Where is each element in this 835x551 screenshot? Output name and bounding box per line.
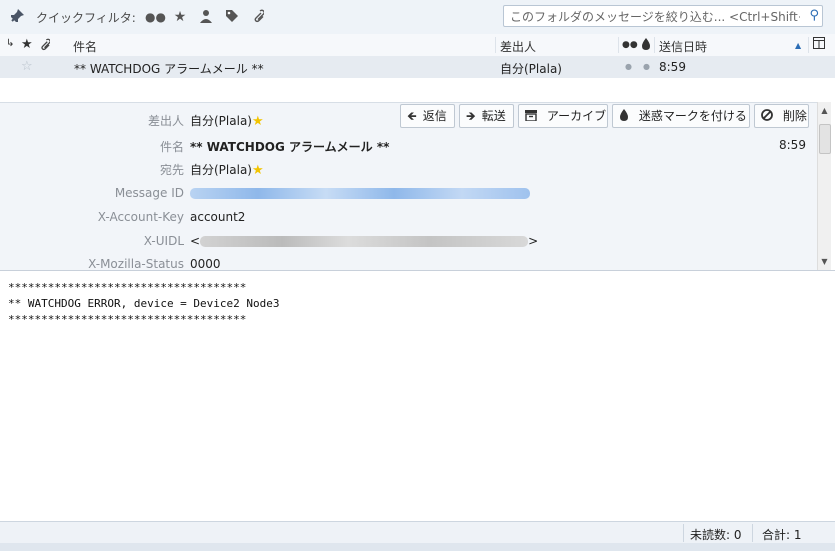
header-to-value[interactable]: 自分(Plala)★: [190, 161, 264, 178]
header-subject-value: ** WATCHDOG アラームメール **: [190, 140, 390, 154]
search-icon[interactable]: ⚲: [809, 8, 819, 23]
body-line: ************************************: [8, 313, 247, 326]
read-column-icon[interactable]: ●●: [622, 40, 638, 50]
header-label-subject: 件名: [159, 140, 184, 154]
star-icon[interactable]: ★: [252, 163, 264, 178]
header-account-key-value: account2: [190, 210, 246, 224]
header-label-uidl: X-UIDL: [143, 234, 184, 248]
unread-filter-icon[interactable]: ●●: [145, 9, 166, 25]
blurred-message-id: [190, 188, 530, 199]
scroll-thumb[interactable]: [819, 124, 831, 154]
search-input[interactable]: [508, 8, 802, 26]
junk-button[interactable]: 迷惑マークを付ける: [612, 104, 750, 128]
column-subject[interactable]: 件名: [73, 38, 97, 55]
contact-filter-icon[interactable]: [197, 9, 215, 25]
star-column-icon[interactable]: ★: [21, 37, 33, 52]
junk-label: 迷惑マークを付ける: [638, 109, 747, 123]
forward-button[interactable]: 🡺 転送: [459, 104, 514, 128]
reply-icon: 🡸: [407, 109, 417, 123]
header-label-from: 差出人: [147, 114, 184, 128]
starred-filter-icon[interactable]: ★: [171, 9, 189, 25]
star-empty-icon[interactable]: ☆: [21, 59, 33, 74]
reply-label: 返信: [422, 109, 447, 123]
message-body: ************************************ ** W…: [8, 280, 280, 328]
junk-status-icon[interactable]: ●: [643, 62, 650, 71]
junk-icon: [619, 109, 633, 123]
column-separator: [808, 37, 809, 53]
blurred-uidl: [200, 236, 529, 247]
header-time-value: 8:59: [779, 138, 806, 152]
status-bar: 未読数: 0 合計: 1: [0, 521, 835, 544]
quick-filter-bar: クイックフィルタ: ●● ★ ⚲: [0, 0, 835, 35]
status-separator: [683, 524, 684, 542]
delete-button[interactable]: 削除: [754, 104, 809, 128]
forward-icon: 🡺: [466, 109, 476, 123]
quick-filter-label: クイックフィルタ:: [36, 11, 136, 25]
star-icon[interactable]: ★: [252, 114, 264, 129]
header-mozilla-status-value: 0000: [190, 257, 221, 271]
column-separator: [654, 37, 655, 53]
header-label-message-id: Message ID: [114, 186, 184, 200]
delete-label: 削除: [782, 109, 807, 123]
header-message-id-value[interactable]: [190, 186, 530, 200]
scroll-down-icon[interactable]: ▼: [818, 255, 831, 268]
from-address[interactable]: 自分(Plala): [190, 114, 252, 128]
thread-column-icon[interactable]: ↳: [6, 38, 14, 49]
status-separator: [752, 524, 753, 542]
search-box[interactable]: ⚲: [503, 5, 823, 27]
message-row[interactable]: ☆ ** WATCHDOG アラームメール ** 自分(Plala) ● ● 8…: [0, 56, 835, 78]
row-time: 8:59: [659, 60, 686, 74]
column-from[interactable]: 差出人: [500, 38, 536, 55]
row-from: 自分(Plala): [500, 62, 562, 76]
scroll-up-icon[interactable]: ▲: [818, 104, 831, 117]
body-line: ** WATCHDOG ERROR, device = Device2 Node…: [8, 297, 280, 310]
junk-column-icon[interactable]: [641, 38, 651, 53]
reply-button[interactable]: 🡸 返信: [400, 104, 455, 128]
column-date[interactable]: 送信日時: [659, 38, 707, 55]
row-subject: ** WATCHDOG アラームメール **: [74, 62, 264, 76]
thread-column-header: ↳ ★ 件名 差出人 ●● 送信日時 ▲: [0, 34, 835, 57]
column-picker-icon[interactable]: [813, 37, 825, 52]
archive-label: アーカイブ: [546, 109, 607, 123]
column-separator: [495, 37, 496, 53]
delete-icon: [761, 109, 777, 123]
column-separator: [618, 37, 619, 53]
uidl-close-bracket: >: [528, 234, 539, 248]
header-label-to: 宛先: [159, 163, 184, 177]
header-label-account-key: X-Account-Key: [97, 210, 184, 224]
sort-ascending-icon[interactable]: ▲: [795, 41, 801, 50]
body-line: ************************************: [8, 281, 247, 294]
header-uidl-value: < >: [190, 234, 538, 248]
attachment-column-icon[interactable]: [39, 38, 51, 54]
pin-icon[interactable]: [8, 8, 26, 24]
archive-button[interactable]: アーカイブ: [518, 104, 608, 128]
total-count: 合計: 1: [762, 528, 802, 542]
archive-icon: [525, 109, 541, 123]
tag-filter-icon[interactable]: [223, 9, 241, 25]
forward-label: 転送: [481, 109, 506, 123]
header-scrollbar[interactable]: ▲ ▼: [817, 102, 831, 270]
unread-count: 未読数: 0: [690, 528, 742, 542]
pane-divider: [0, 270, 835, 271]
read-status-icon[interactable]: ●: [625, 62, 632, 71]
attachment-filter-icon[interactable]: [249, 9, 267, 25]
window-bottom-edge: [0, 543, 835, 551]
header-label-mozilla-status: X-Mozilla-Status: [88, 257, 184, 271]
uidl-open-bracket: <: [190, 234, 201, 248]
to-address[interactable]: 自分(Plala): [190, 163, 252, 177]
header-from-value[interactable]: 自分(Plala)★: [190, 112, 264, 129]
